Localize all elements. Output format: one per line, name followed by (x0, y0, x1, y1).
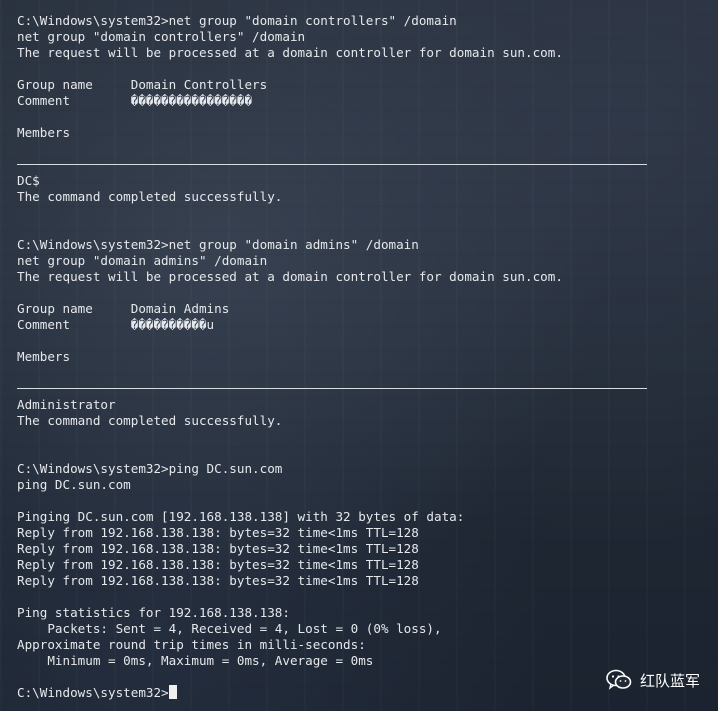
terminal-line: Members (17, 125, 71, 140)
terminal-line: Approximate round trip times in milli-se… (17, 637, 366, 652)
terminal-line: Pinging DC.sun.com [192.168.138.138] wit… (17, 509, 465, 524)
watermark-text: 红队蓝军 (639, 671, 700, 690)
terminal-line: Reply from 192.168.138.138: bytes=32 tim… (17, 573, 419, 588)
separator-rule (17, 381, 708, 397)
terminal-line: Group name Domain Controllers (17, 77, 268, 92)
terminal-line: Comment ����������u (17, 317, 215, 332)
terminal-line: C:\Windows\system32>ping DC.sun.com (17, 461, 283, 476)
terminal-line: Reply from 192.168.138.138: bytes=32 tim… (17, 557, 419, 572)
terminal-line: Packets: Sent = 4, Received = 4, Lost = … (17, 621, 442, 636)
terminal-line: The command completed successfully. (17, 413, 283, 428)
terminal-line: C:\Windows\system32>net group "domain co… (17, 13, 457, 28)
terminal-line: Reply from 192.168.138.138: bytes=32 tim… (17, 541, 419, 556)
terminal-line: C:\Windows\system32>net group "domain ad… (17, 237, 419, 252)
separator-rule (17, 157, 708, 173)
terminal-line: The command completed successfully. (17, 189, 283, 204)
terminal-line: Comment ���������������� (17, 93, 253, 108)
terminal-line: Group name Domain Admins (17, 301, 230, 316)
watermark: 红队蓝军 (606, 669, 700, 691)
terminal-line: Members (17, 349, 71, 364)
terminal-line: C:\Windows\system32> (17, 685, 708, 701)
terminal-line: DC$ (17, 173, 40, 188)
terminal-line: Reply from 192.168.138.138: bytes=32 tim… (17, 525, 419, 540)
text-cursor (168, 685, 177, 699)
wechat-icon (606, 669, 632, 690)
terminal-line: The request will be processed at a domai… (17, 269, 563, 284)
terminal-line: The request will be processed at a domai… (17, 45, 563, 60)
terminal-line: Ping statistics for 192.168.138.138: (17, 605, 290, 620)
terminal-line: Minimum = 0ms, Maximum = 0ms, Average = … (17, 653, 374, 668)
terminal-output[interactable]: C:\Windows\system32> net group "domain co… (17, 13, 708, 701)
terminal-line: net group "domain controllers" /domain (17, 29, 306, 44)
terminal-line: Administrator (17, 397, 116, 412)
terminal-window[interactable]: C:\Windows\system32> net group "domain co… (0, 0, 718, 711)
terminal-line: net group "domain admins" /domain (17, 253, 268, 268)
terminal-line: ping DC.sun.com (17, 477, 131, 492)
